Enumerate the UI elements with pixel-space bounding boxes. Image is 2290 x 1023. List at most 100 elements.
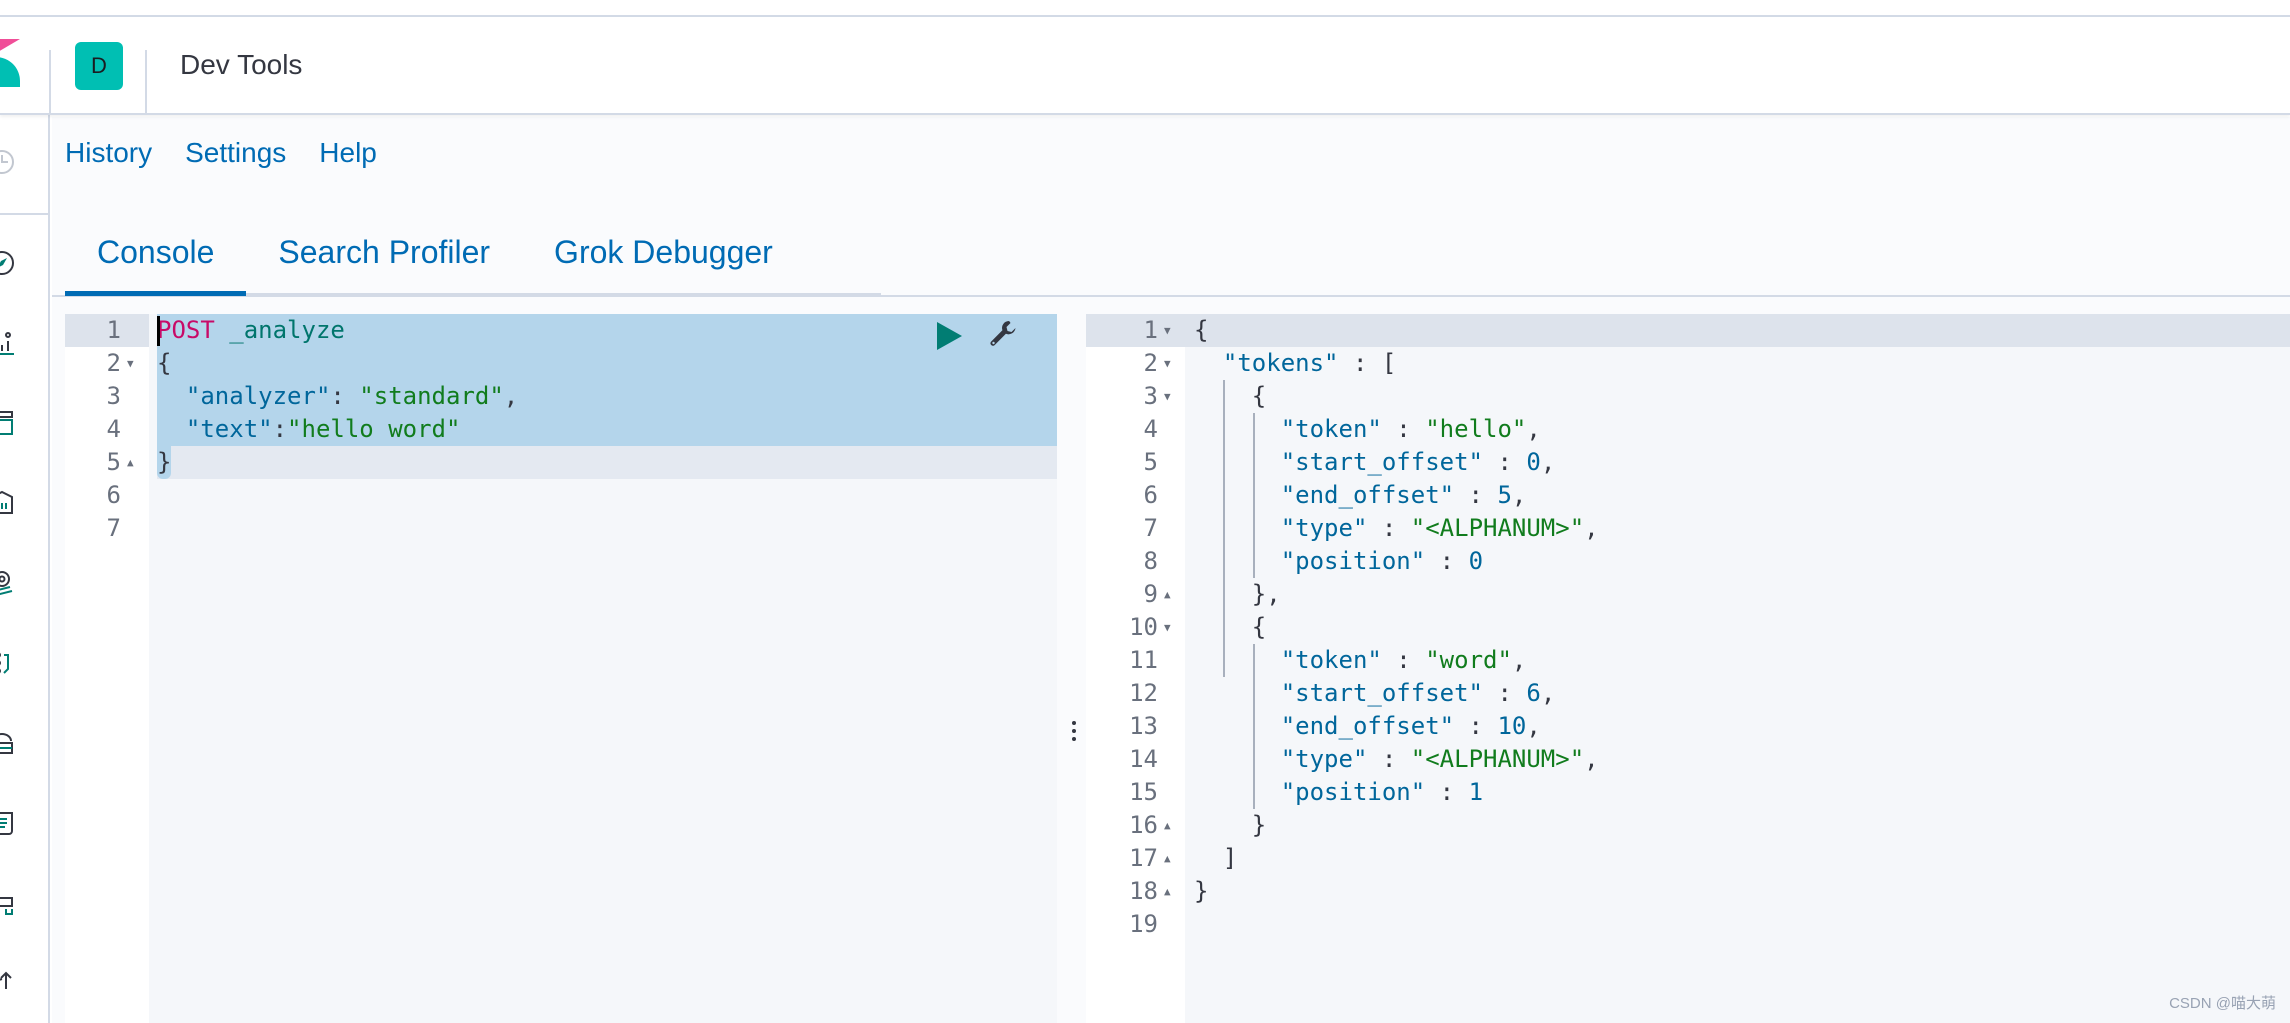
json-sep: :: [1367, 745, 1411, 773]
recently-viewed-clock-icon[interactable]: [0, 148, 16, 176]
header-divider: [49, 50, 51, 115]
code-line: }: [1194, 809, 1266, 842]
code-line: "token" : "word",: [1194, 644, 1527, 677]
json-key: "token": [1280, 415, 1382, 443]
play-icon[interactable]: [937, 322, 962, 350]
json-value: 10: [1497, 712, 1527, 740]
json-key: "start_offset": [1280, 679, 1483, 707]
code-line: "analyzer": "standard",: [157, 380, 518, 413]
line-number: 3: [106, 382, 121, 410]
code-line: "start_offset" : 6,: [1194, 677, 1556, 710]
request-url: _analyze: [214, 316, 345, 344]
json-comma: ,: [1511, 481, 1527, 509]
fold-down-icon[interactable]: ▼: [1164, 380, 1174, 413]
line-number: 7: [1143, 514, 1158, 542]
wrench-icon[interactable]: [987, 318, 1019, 350]
json-value: "standard": [359, 382, 504, 410]
line-number: 12: [1129, 679, 1158, 707]
json-value: 0: [1526, 448, 1541, 476]
panel-resize-handle[interactable]: [1068, 717, 1080, 757]
code-line: "end_offset" : 5,: [1194, 479, 1527, 512]
fold-down-icon[interactable]: ▼: [1164, 314, 1174, 347]
line-number: 2: [106, 349, 121, 377]
line-number: 10: [1129, 613, 1158, 641]
code-line: POST _analyze: [157, 314, 345, 347]
discover-compass-icon[interactable]: [0, 249, 16, 277]
fold-down-icon[interactable]: ▼: [127, 347, 137, 380]
json-brace: }: [1251, 811, 1267, 839]
json-comma: ,: [1584, 745, 1599, 773]
logs-icon[interactable]: [0, 809, 16, 837]
code-line: {: [1194, 611, 1266, 644]
uptime-icon[interactable]: [0, 969, 16, 997]
code-line: {: [157, 349, 172, 377]
json-comma: ,: [1584, 514, 1599, 542]
dev-tools-main: History Settings Help Console Search Pro…: [52, 117, 2290, 1023]
line-number: 11: [1129, 646, 1158, 674]
json-value: 5: [1497, 481, 1512, 509]
top-menu: History Settings Help: [65, 137, 377, 169]
line-number: 1: [1143, 316, 1158, 344]
json-sep: :: [272, 415, 288, 443]
fold-up-icon[interactable]: ▲: [1164, 875, 1174, 908]
json-sep: :: [1483, 448, 1527, 476]
code-line: {: [1194, 316, 1209, 344]
fold-down-icon[interactable]: ▼: [1164, 347, 1174, 380]
json-key: "position": [1280, 547, 1426, 575]
line-number: 16: [1129, 811, 1158, 839]
fold-up-icon[interactable]: ▲: [127, 446, 137, 479]
help-link[interactable]: Help: [319, 137, 377, 169]
json-comma: ,: [503, 382, 519, 410]
request-editor[interactable]: 1 2 ▼ 3 4 5 ▲ 6 7 POST _analyze { "analy…: [65, 314, 1057, 1023]
json-sep: :: [1483, 679, 1527, 707]
code-line: "token" : "hello",: [1194, 413, 1541, 446]
tab-grok-debugger[interactable]: Grok Debugger: [522, 217, 805, 293]
sidebar-separator: [0, 213, 48, 215]
tab-search-profiler[interactable]: Search Profiler: [246, 217, 522, 293]
space-avatar[interactable]: D: [75, 42, 123, 90]
line-number: 5: [106, 448, 121, 476]
visualize-icon[interactable]: [0, 329, 16, 357]
apm-icon[interactable]: [0, 889, 16, 917]
fold-down-icon[interactable]: ▼: [1164, 611, 1174, 644]
fold-up-icon[interactable]: ▲: [1164, 578, 1174, 611]
json-sep: :: [1367, 514, 1411, 542]
settings-link[interactable]: Settings: [185, 137, 286, 169]
json-key: "end_offset": [1280, 712, 1455, 740]
line-number: 14: [1129, 745, 1158, 773]
fold-up-icon[interactable]: ▲: [1164, 809, 1174, 842]
line-number: 4: [106, 415, 121, 443]
tab-console[interactable]: Console: [65, 217, 247, 296]
json-comma: ,: [1526, 712, 1541, 740]
json-comma: ,: [1526, 415, 1541, 443]
infrastructure-icon[interactable]: [0, 729, 16, 757]
line-number: 17: [1129, 844, 1158, 872]
code-line: "start_offset" : 0,: [1194, 446, 1556, 479]
maps-icon[interactable]: [0, 569, 16, 597]
watermark: CSDN @喵大萌: [2169, 995, 2276, 1012]
text-cursor: [157, 316, 160, 346]
json-brace: {: [1251, 613, 1267, 641]
code-line: "position" : 0: [1194, 545, 1483, 578]
json-key: "type": [1280, 745, 1368, 773]
json-sep: :: [1425, 778, 1469, 806]
json-value: "hello word": [287, 415, 461, 443]
json-sep: : [: [1338, 349, 1397, 377]
machine-learning-icon[interactable]: [0, 649, 16, 677]
fold-up-icon[interactable]: ▲: [1164, 842, 1174, 875]
code-line: "position" : 1: [1194, 776, 1483, 809]
json-key: "tokens": [1222, 349, 1339, 377]
kibana-logo-icon[interactable]: [0, 39, 20, 87]
json-key: "position": [1280, 778, 1426, 806]
json-bracket: ]: [1222, 844, 1238, 872]
line-number: 18: [1129, 877, 1158, 905]
history-link[interactable]: History: [65, 137, 152, 169]
json-comma: ,: [1511, 646, 1527, 674]
canvas-icon[interactable]: [0, 489, 16, 517]
line-number: 9: [1143, 580, 1158, 608]
json-sep: :: [1381, 415, 1426, 443]
dashboard-icon[interactable]: [0, 409, 16, 437]
code-line: ]: [1194, 842, 1237, 875]
json-sep: :: [1425, 547, 1469, 575]
active-line: [157, 446, 1057, 479]
